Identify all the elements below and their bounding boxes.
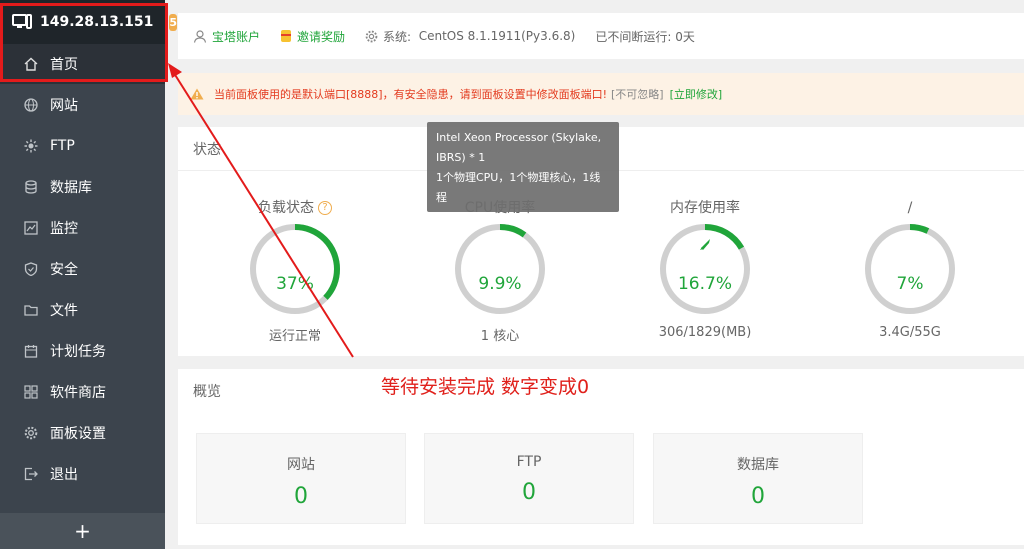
apps-icon — [24, 384, 38, 399]
overview-card-database[interactable]: 数据库 0 — [653, 433, 863, 524]
gauge-memory[interactable]: 内存使用率 16.7% 306/1829(MB) — [635, 197, 775, 340]
sidebar-item-store[interactable]: 软件商店 — [0, 371, 165, 412]
sidebar-item-label: 首页 — [50, 57, 78, 73]
port-warning-alert: 当前面板使用的是默认端口[8888]，有安全隐患，请到面板设置中修改面板端口! … — [178, 73, 1024, 115]
server-ip: 149.28.13.151 — [40, 14, 154, 30]
sidebar-item-label: 软件商店 — [50, 384, 106, 401]
monitor-icon — [24, 220, 38, 235]
sidebar-item-cron[interactable]: 计划任务 — [0, 330, 165, 371]
database-icon — [24, 179, 38, 194]
gauge-sub: 3.4G/55G — [879, 325, 941, 340]
gauge-value: 7% — [896, 274, 924, 294]
account-label: 宝塔账户 — [212, 29, 261, 44]
logout-icon — [24, 467, 38, 481]
shield-icon — [24, 261, 38, 276]
account-link[interactable]: 宝塔账户 — [193, 28, 260, 45]
overview-panel: 概览 网站 0 FTP 0 数据库 0 — [178, 369, 1024, 545]
gauge-ring — [865, 224, 955, 314]
invite-link[interactable]: 邀请奖励 — [280, 28, 345, 45]
sidebar-item-monitor[interactable]: 监控 — [0, 207, 165, 248]
sidebar-item-label: FTP — [50, 137, 75, 154]
server-icon — [12, 14, 32, 30]
add-button[interactable]: + — [0, 513, 165, 549]
gear-icon — [365, 30, 378, 43]
gauge-label: 负载状态 — [258, 200, 314, 216]
sidebar-item-home[interactable]: 首页 — [0, 44, 165, 84]
gauge-ring — [250, 224, 340, 314]
sidebar-item-label: 文件 — [50, 302, 78, 319]
sidebar-item-label: 面板设置 — [50, 425, 106, 442]
gauge-value: 9.9% — [478, 274, 522, 294]
uptime-text: 已不间断运行: 0天 — [595, 29, 695, 44]
sidebar-item-label: 计划任务 — [50, 343, 106, 360]
gauge-sub: 306/1829(MB) — [658, 325, 752, 340]
annotation-note: 等待安装完成 数字变成0 — [381, 376, 590, 398]
overview-value: 0 — [751, 484, 765, 509]
overview-title: 概览 — [193, 384, 221, 400]
sidebar-item-settings[interactable]: 面板设置 — [0, 412, 165, 453]
alert-ignore: [不可忽略] — [610, 88, 664, 101]
system-value: CentOS 8.1.1911(Py3.6.8) — [418, 29, 576, 43]
overview-card-website[interactable]: 网站 0 — [196, 433, 406, 524]
gauge-label: / — [907, 200, 913, 216]
gauge-load[interactable]: 负载状态? 37% 运行正常 — [225, 197, 365, 344]
sidebar-item-files[interactable]: 文件 — [0, 289, 165, 330]
system-prefix: 系统: — [383, 29, 412, 44]
sidebar-item-database[interactable]: 数据库 — [0, 166, 165, 207]
sidebar-item-website[interactable]: 网站 — [0, 84, 165, 125]
tooltip-line: IBRS) * 1 — [436, 151, 486, 164]
fix-now-link[interactable]: [立即修改] — [670, 86, 723, 102]
overview-label: 网站 — [287, 457, 315, 473]
overview-value: 0 — [522, 480, 536, 505]
help-icon[interactable]: ? — [318, 201, 332, 215]
sidebar-menu: 首页 网站 FTP 数据库 监控 安全 文件 计划任务 软件商店 面板设置 退出 — [0, 44, 165, 494]
gift-icon — [280, 29, 292, 43]
uptime-info: 已不间断运行: 0天 — [595, 28, 695, 45]
folder-icon — [24, 303, 38, 317]
gauge-sub: 运行正常 — [268, 329, 321, 344]
overview-value: 0 — [294, 484, 308, 509]
gear-icon — [24, 426, 38, 440]
sidebar-item-label: 监控 — [50, 220, 78, 237]
sidebar-item-label: 网站 — [50, 97, 78, 114]
gauge-ring — [660, 224, 750, 314]
top-bar: 宝塔账户 邀请奖励 系统: CentOS 8.1.1911(Py3.6.8) 已… — [178, 13, 1024, 59]
cpu-tooltip: Intel Xeon Processor (Skylake, IBRS) * 1… — [427, 122, 619, 224]
gauge-label: 内存使用率 — [670, 200, 740, 216]
overview-label: FTP — [516, 454, 542, 470]
gauge-value: 37% — [276, 274, 314, 294]
rocket-icon — [700, 239, 710, 250]
tooltip-line: CPU-0: 17.1% | — [436, 211, 519, 224]
sidebar-item-label: 数据库 — [50, 179, 92, 196]
gauge-disk[interactable]: / 7% 3.4G/55G — [840, 197, 980, 340]
overview-card-ftp[interactable]: FTP 0 — [424, 433, 634, 524]
alert-message: 当前面板使用的是默认端口[8888]，有安全隐患，请到面板设置中修改面板端口! — [214, 88, 607, 101]
sidebar: 149.28.13.151 5 首页 网站 FTP 数据库 监控 安全 文件 计… — [0, 0, 178, 549]
user-icon — [193, 29, 207, 43]
sidebar-item-logout[interactable]: 退出 — [0, 453, 165, 494]
ftp-icon — [24, 139, 38, 153]
gauge-sub: 1 核心 — [480, 329, 520, 344]
overview-label: 数据库 — [737, 457, 779, 473]
home-icon — [24, 57, 38, 71]
tooltip-line: Intel Xeon Processor (Skylake, — [436, 131, 602, 144]
notification-badge[interactable]: 5 — [169, 13, 178, 31]
invite-label: 邀请奖励 — [297, 29, 346, 44]
server-header[interactable]: 149.28.13.151 5 — [0, 0, 178, 44]
gauge-value: 16.7% — [677, 274, 732, 294]
tooltip-line: 1个物理CPU，1个物理核心，1线程 — [436, 171, 601, 204]
sidebar-item-ftp[interactable]: FTP — [0, 125, 165, 166]
sidebar-item-security[interactable]: 安全 — [0, 248, 165, 289]
globe-icon — [24, 97, 38, 112]
sidebar-item-label: 安全 — [50, 261, 78, 278]
gauge-ring — [455, 224, 545, 314]
sidebar-item-label: 退出 — [50, 466, 78, 483]
warning-icon — [190, 88, 204, 100]
calendar-icon — [24, 344, 38, 358]
system-info: 系统: CentOS 8.1.1911(Py3.6.8) — [365, 28, 575, 45]
